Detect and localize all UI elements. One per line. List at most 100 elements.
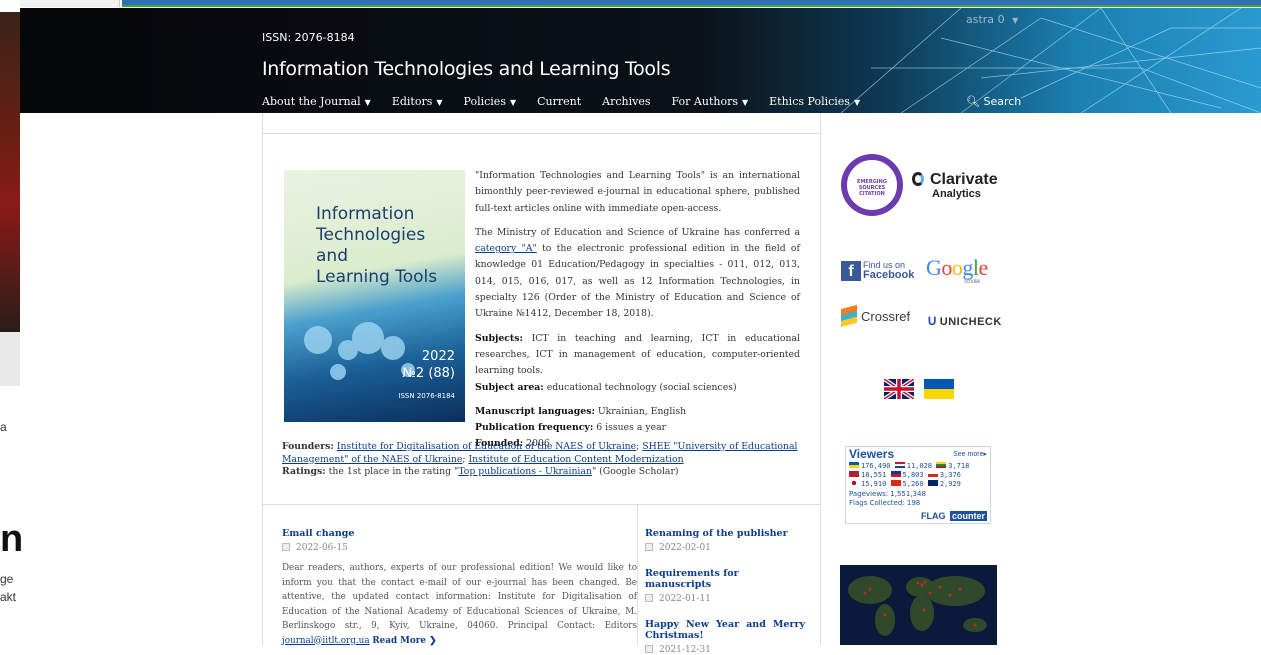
chevron-right-icon: ❯: [429, 635, 437, 646]
email-link[interactable]: journal@iitlt.org.ua: [282, 636, 370, 646]
background-text: ge: [0, 572, 14, 586]
news-title[interactable]: Email change: [282, 528, 637, 539]
news-date: 2022-02-01: [645, 543, 805, 553]
network-lines-decoration: [841, 8, 1261, 113]
user-menu[interactable]: astra 0 ▼: [966, 13, 1018, 26]
background-panel: [0, 332, 20, 386]
flag-icon: [936, 462, 947, 468]
ratings-link[interactable]: Top publications - Ukrainian: [458, 466, 592, 477]
background-text: a: [0, 420, 7, 434]
news-title[interactable]: Happy New Year and Merry Christmas!: [645, 619, 805, 641]
news-date: 2022-06-15: [282, 543, 637, 553]
clarivate-logo[interactable]: Clarivate: [912, 171, 998, 189]
chevron-down-icon: ▼: [1012, 16, 1019, 25]
chevron-down-icon: ▼: [436, 98, 443, 107]
main-content: Information Technologies and Learning To…: [262, 113, 821, 655]
viewers-title: Viewers: [849, 447, 895, 461]
nav-editors[interactable]: Editors ▼: [392, 95, 443, 108]
viewers-row: 176,490 11,028 3,718: [849, 462, 969, 470]
background-photo: [0, 12, 20, 332]
background-window: a n ge akt: [0, 0, 24, 645]
crossref-icon: [841, 304, 857, 328]
flag-ph-icon: [890, 471, 901, 477]
cover-issn: ISSN 2076-8184: [398, 392, 455, 400]
chevron-down-icon: ▼: [364, 98, 371, 107]
visitor-world-map[interactable]: [840, 565, 997, 645]
esci-badge[interactable]: EMERGING SOURCES CITATION: [841, 154, 903, 216]
description-intro: "Information Technologies and Learning T…: [475, 170, 800, 214]
journal-about: Information Technologies and Learning To…: [263, 133, 820, 505]
search-link[interactable]: 🔍︎ Search: [966, 95, 1021, 108]
site-title[interactable]: Information Technologies and Learning To…: [262, 58, 671, 80]
founder-link[interactable]: Institute of Education Content Moderniza…: [468, 454, 683, 465]
background-text: akt: [0, 590, 17, 604]
background-letter: n: [0, 518, 24, 560]
cover-issue: 2022 №2 (88): [402, 349, 455, 381]
search-icon: 🔍︎: [966, 95, 980, 108]
user-badge: 0: [997, 13, 1005, 26]
list-item: Requirements for manuscripts 2022-01-11: [645, 568, 805, 604]
flag-cn-icon: [890, 480, 901, 486]
viewers-stats: Pageviews: 1,551,348 Flags Collected: 19…: [849, 490, 926, 507]
google-scholar-link[interactable]: Google scholar: [926, 255, 988, 285]
journal-description: "Information Technologies and Learning T…: [475, 168, 800, 461]
calendar-icon: [282, 543, 290, 551]
flag-icon: [927, 471, 938, 477]
unicheck-icon: ∪: [927, 312, 938, 328]
browser-tab[interactable]: [20, 0, 120, 7]
calendar-icon: [645, 645, 653, 653]
viewers-row: 18,551 5,803 3,376: [849, 471, 961, 479]
clarivate-icon: [912, 172, 924, 186]
news-body: Dear readers, authors, experts of our pr…: [282, 563, 637, 646]
facebook-link[interactable]: f Find us on Facebook: [841, 259, 915, 283]
flag-us-icon: [894, 462, 905, 468]
username: astra: [966, 13, 995, 26]
clarivate-sub: Analytics: [932, 188, 981, 200]
nav-ethics[interactable]: Ethics Policies ▼: [769, 95, 860, 108]
flag-gb-icon: [927, 480, 938, 486]
news-main: Email change 2022-06-15 Dear readers, au…: [263, 505, 638, 646]
ukrainian-language-flag[interactable]: [924, 379, 954, 399]
calendar-icon: [645, 594, 653, 602]
english-language-flag[interactable]: [884, 379, 914, 399]
world-map-graphic: [848, 576, 987, 636]
list-item: Happy New Year and Merry Christmas! 2021…: [645, 619, 805, 655]
news-date: 2021-12-31: [645, 645, 805, 655]
description-subjects: Subjects: ICT in teaching and learning, …: [475, 332, 800, 393]
issn-label: ISSN: 2076-8184: [262, 31, 355, 44]
nav-current[interactable]: Current: [537, 95, 581, 108]
news-date: 2022-01-11: [645, 594, 805, 604]
flag-ua-icon: [849, 462, 859, 468]
nav-archives[interactable]: Archives: [602, 95, 650, 108]
chevron-down-icon: ▼: [741, 98, 749, 107]
category-a-link[interactable]: category "A": [475, 243, 537, 254]
unicheck-link[interactable]: ∪ UNICHECK: [927, 312, 1002, 329]
flag-jp-icon: [849, 480, 859, 486]
journal-cover-image[interactable]: Information Technologies and Learning To…: [284, 170, 465, 422]
read-more-link[interactable]: Read More ❯: [372, 636, 436, 646]
flag-icon: [849, 471, 859, 477]
nav-policies[interactable]: Policies ▼: [464, 95, 517, 108]
facebook-icon: f: [841, 261, 861, 281]
nav-for-authors[interactable]: For Authors ▼: [672, 95, 749, 108]
founder-link[interactable]: Institute for Digitalisation of Educatio…: [337, 441, 636, 452]
viewers-row: 15,910 5,260 2,929: [849, 480, 961, 488]
sidebar: EMERGING SOURCES CITATION Clarivate Anal…: [822, 113, 1261, 645]
uk-flag-icon: [884, 379, 914, 399]
site-header: ISSN: 2076-8184 Information Technologies…: [20, 8, 1261, 113]
crossref-link[interactable]: Crossref: [841, 304, 910, 328]
description-ministry: The Ministry of Education and Science of…: [475, 226, 800, 320]
flag-counter-widget[interactable]: Viewers See more▸ 176,490 11,028 3,718 1…: [845, 446, 991, 524]
browser-bar: [122, 0, 1261, 7]
list-item: Renaming of the publisher 2022-02-01: [645, 528, 805, 553]
main-nav: About the Journal ▼ Editors ▼ Policies ▼ Cu…: [262, 95, 881, 108]
news-title[interactable]: Renaming of the publisher: [645, 528, 805, 539]
news-title[interactable]: Requirements for manuscripts: [645, 568, 805, 590]
chevron-down-icon: ▼: [853, 98, 861, 107]
google-scholar-sub: scholar: [964, 279, 980, 285]
nav-about[interactable]: About the Journal ▼: [262, 95, 371, 108]
facebook-label: Find us on Facebook: [863, 260, 915, 281]
flag-counter-brand: FLAG counter: [920, 511, 987, 521]
cover-title: Information Technologies and Learning To…: [316, 204, 438, 287]
see-more-link[interactable]: See more▸: [953, 450, 987, 458]
